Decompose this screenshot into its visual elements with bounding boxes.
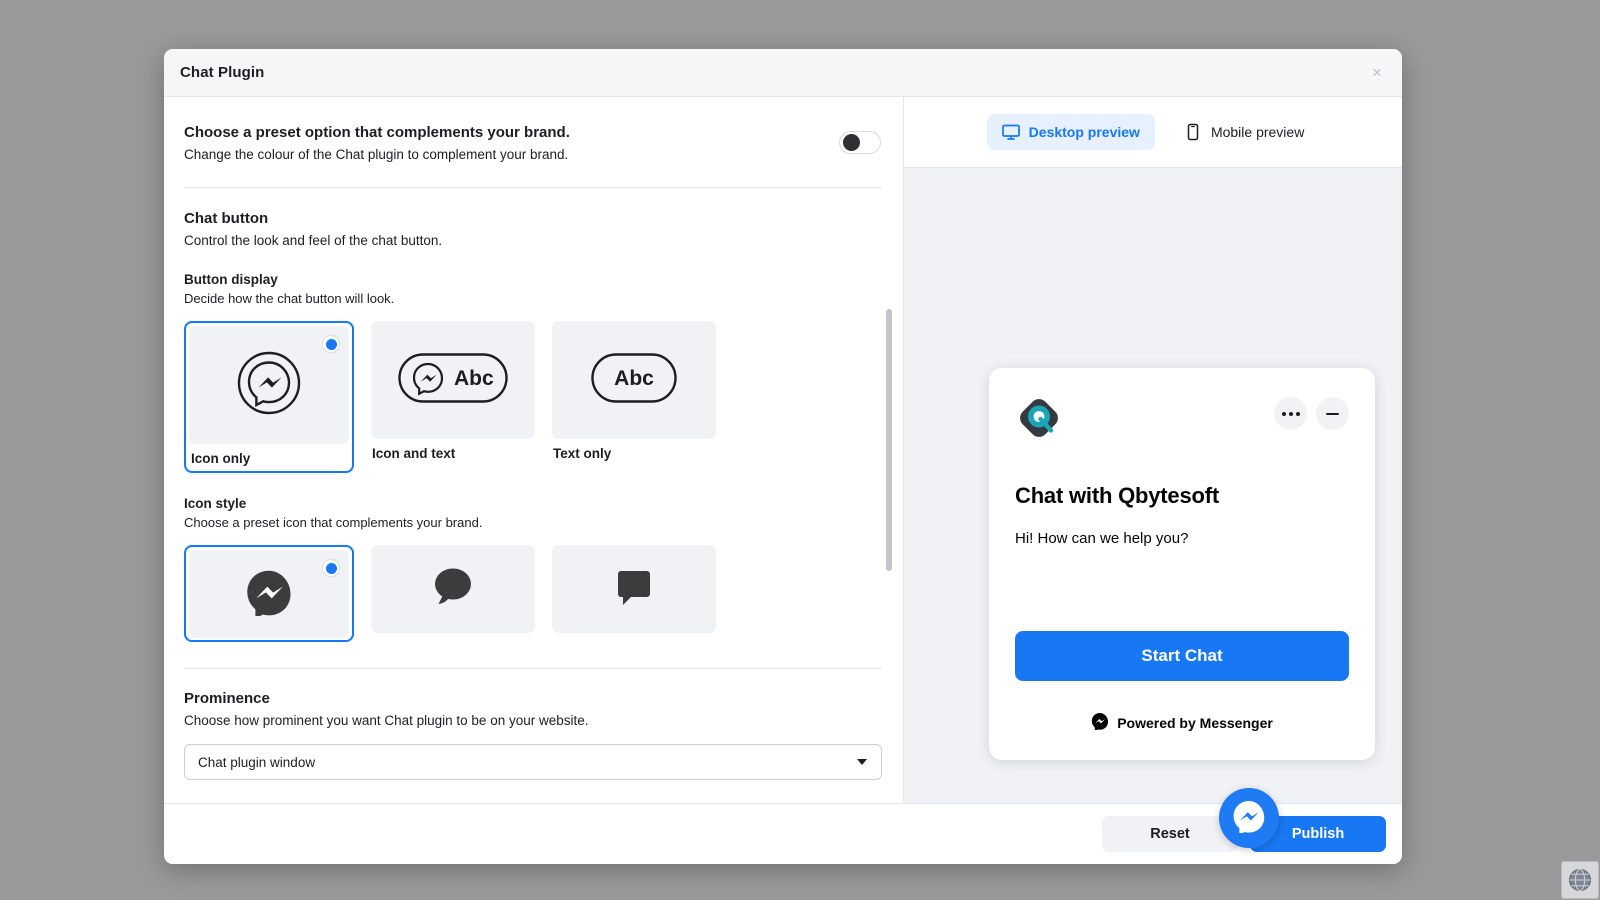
button-display-section: Button display Decide how the chat butto… — [184, 271, 884, 473]
icon-style-section: Icon style Choose a preset icon that com… — [184, 495, 884, 642]
button-display-option-text-only[interactable]: Abc Text only — [552, 321, 716, 473]
powered-by-label: Powered by Messenger — [1117, 715, 1273, 731]
scrollbar-thumb[interactable] — [886, 309, 892, 571]
radio-selected-icon[interactable] — [322, 335, 340, 353]
prominence-section: Prominence Choose how prominent you want… — [184, 689, 884, 780]
tab-mobile-preview[interactable]: Mobile preview — [1169, 114, 1319, 150]
messenger-pill-with-text-icon: Abc — [398, 353, 508, 408]
more-options-icon[interactable] — [1274, 397, 1307, 430]
svg-text:Abc: Abc — [454, 367, 494, 390]
brand-colour-toggle[interactable] — [839, 131, 881, 154]
tab-label: Mobile preview — [1211, 124, 1304, 140]
option-label: Icon and text — [371, 446, 535, 461]
option-card[interactable] — [552, 545, 716, 633]
close-icon[interactable]: × — [1366, 62, 1388, 84]
icon-style-subtitle: Choose a preset icon that complements yo… — [184, 514, 884, 532]
chat-card-header-actions — [1274, 397, 1349, 430]
chat-card-greeting: Hi! How can we help you? — [1015, 530, 1349, 547]
chat-card-title: Chat with Qbytesoft — [1015, 483, 1349, 509]
reset-button[interactable]: Reset — [1102, 816, 1238, 852]
settings-scroll-region: Choose a preset option that complements … — [164, 97, 903, 803]
mobile-icon — [1184, 123, 1202, 141]
monitor-icon — [1002, 123, 1020, 141]
divider — [184, 187, 882, 188]
option-label: Text only — [552, 446, 716, 461]
button-display-subtitle: Decide how the chat button will look. — [184, 290, 884, 308]
preset-subtitle: Change the colour of the Chat plugin to … — [184, 145, 570, 165]
option-card[interactable] — [371, 545, 535, 633]
preview-tabs: Desktop preview Mobile preview — [904, 97, 1402, 168]
speech-bubble-round-icon — [429, 563, 477, 616]
modal-footer: Reset Publish — [164, 804, 1402, 864]
speech-bubble-square-icon — [610, 563, 658, 616]
divider — [184, 668, 882, 669]
tab-desktop-preview[interactable]: Desktop preview — [987, 114, 1155, 150]
page-title: Chat Plugin — [180, 64, 264, 81]
button-display-option-icon-only[interactable]: Icon only — [184, 321, 354, 473]
modal-titlebar: Chat Plugin × — [164, 49, 1402, 97]
chevron-down-icon — [857, 759, 867, 765]
preset-section: Choose a preset option that complements … — [184, 123, 884, 165]
start-chat-button[interactable]: Start Chat — [1015, 631, 1349, 681]
messenger-solid-icon — [245, 568, 293, 621]
option-card[interactable]: Abc — [552, 321, 716, 439]
chat-card-header — [1015, 394, 1349, 447]
option-card[interactable]: Abc — [371, 321, 535, 439]
minimize-icon[interactable] — [1316, 397, 1349, 430]
toggle-knob — [843, 134, 860, 151]
button-display-options: Icon only — [184, 321, 884, 473]
button-display-title: Button display — [184, 271, 884, 289]
prominence-title: Prominence — [184, 689, 884, 709]
icon-style-option-square-bubble[interactable] — [552, 545, 716, 642]
prominence-subtitle: Choose how prominent you want Chat plugi… — [184, 711, 884, 731]
icon-style-option-messenger[interactable] — [184, 545, 354, 642]
icon-style-title: Icon style — [184, 495, 884, 513]
qbytesoft-logo-icon — [1015, 394, 1063, 447]
chat-button-title: Chat button — [184, 209, 884, 229]
settings-scrollbar[interactable] — [885, 97, 893, 803]
settings-pane: Choose a preset option that complements … — [164, 97, 904, 803]
powered-by-messenger: Powered by Messenger — [989, 712, 1375, 733]
messenger-fab-button[interactable] — [1219, 788, 1279, 848]
preview-stage: Chat with Qbytesoft Hi! How can we help … — [904, 168, 1402, 803]
option-label: Icon only — [189, 451, 349, 469]
modal-body: Choose a preset option that complements … — [164, 97, 1402, 804]
messenger-icon — [1091, 712, 1109, 733]
prominence-select[interactable]: Chat plugin window — [184, 744, 882, 780]
prominence-select-value: Chat plugin window — [198, 755, 315, 770]
option-card[interactable] — [189, 326, 349, 444]
svg-text:Abc: Abc — [614, 367, 654, 390]
tab-label: Desktop preview — [1029, 124, 1140, 140]
preview-pane: Desktop preview Mobile preview — [904, 97, 1402, 803]
icon-style-options — [184, 545, 884, 642]
globe-icon[interactable] — [1561, 861, 1599, 899]
preset-title: Choose a preset option that complements … — [184, 123, 570, 143]
button-display-option-icon-and-text[interactable]: Abc Icon and text — [371, 321, 535, 473]
chat-button-subtitle: Control the look and feel of the chat bu… — [184, 231, 884, 251]
chat-preview-card: Chat with Qbytesoft Hi! How can we help … — [989, 368, 1375, 760]
chat-button-section: Chat button Control the look and feel of… — [184, 209, 884, 251]
icon-style-option-round-bubble[interactable] — [371, 545, 535, 642]
messenger-icon — [1232, 799, 1266, 838]
radio-selected-icon[interactable] — [322, 559, 340, 577]
option-card[interactable] — [189, 550, 349, 638]
messenger-outline-circle-icon — [236, 350, 302, 421]
chat-plugin-modal: Chat Plugin × Choose a preset option tha… — [164, 49, 1402, 864]
text-pill-icon: Abc — [591, 353, 677, 408]
